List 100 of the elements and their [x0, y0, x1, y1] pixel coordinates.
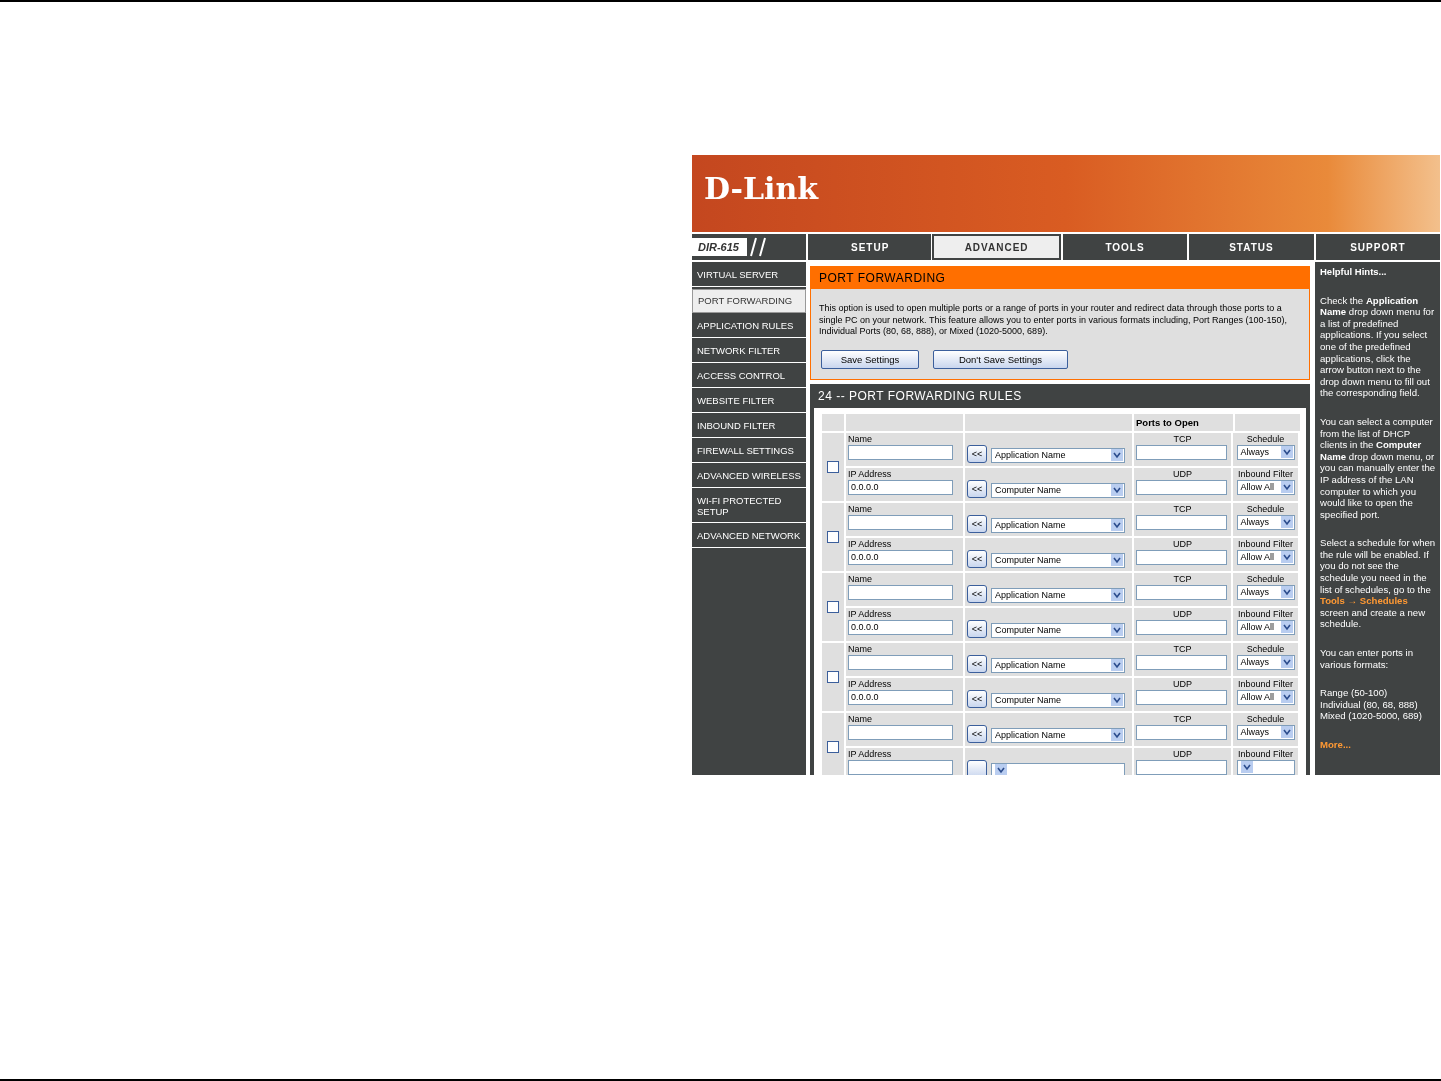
chevron-icon — [1280, 691, 1293, 703]
name-field[interactable] — [848, 514, 953, 530]
chevron-icon — [1111, 624, 1123, 636]
field-label: Name — [848, 643, 873, 654]
rule-checkbox[interactable] — [827, 600, 839, 613]
field-label: Name — [848, 433, 873, 444]
nav-tab[interactable]: ADVANCED — [932, 234, 1061, 260]
name-field[interactable] — [848, 584, 953, 600]
description-text: This option is used to open multiple ports or a range of ports in your router and redirect data through those ports to a single PC on your network. This feature allows you to enter ports in various formats including, Port Ranges (100-150), Individual Ports (80, 68, 888), or Mixed (1020-5000, 689). — [819, 303, 1289, 338]
computer-dropdown[interactable]: Computer Name — [991, 552, 1125, 568]
name-field[interactable] — [848, 654, 953, 670]
field-label: Inbound Filter — [1236, 678, 1294, 689]
copy-button[interactable]: << — [967, 654, 987, 673]
copy-button[interactable]: << — [967, 479, 987, 498]
chevron-icon — [1240, 761, 1253, 773]
field-label: TCP — [1172, 643, 1193, 654]
more-link[interactable]: More... — [1320, 739, 1351, 751]
field-label: IP Address — [848, 678, 893, 689]
copy-button[interactable]: << — [967, 514, 987, 533]
rule-checkbox[interactable] — [827, 530, 839, 543]
inbound-filter-dropdown[interactable]: Allow All — [1236, 549, 1295, 565]
header-cell — [1235, 413, 1300, 431]
field-label: Schedule — [1245, 573, 1286, 584]
copy-button[interactable]: << — [967, 584, 987, 603]
application-dropdown[interactable]: Application Name — [991, 447, 1125, 463]
field-label: IP Address — [848, 608, 893, 619]
nav-tab[interactable]: STATUS — [1187, 234, 1314, 260]
nav-tab[interactable]: TOOLS — [1060, 234, 1188, 260]
udp-port-field[interactable] — [1136, 549, 1227, 565]
schedule-dropdown[interactable]: Always — [1236, 514, 1295, 530]
chevron-icon — [1280, 621, 1293, 633]
hint-text: Select a schedule for when the rule will be enabled. If you do not see the schedule you need in the list of schedules, go to the Tools → Schedules screen and create a new schedule. — [1320, 537, 1436, 631]
chevron-icon — [1111, 589, 1123, 601]
schedule-dropdown[interactable]: Always — [1236, 584, 1295, 600]
udp-port-field[interactable] — [1136, 479, 1227, 495]
computer-dropdown[interactable]: Computer Name — [991, 622, 1125, 638]
field-label: IP Address — [848, 748, 893, 759]
application-dropdown[interactable]: Application Name — [991, 727, 1125, 743]
nav-tab[interactable]: SUPPORT — [1313, 234, 1440, 260]
field-label: UDP — [1172, 538, 1193, 549]
schedule-dropdown[interactable]: Always — [1236, 654, 1295, 670]
chevron-icon — [1111, 484, 1123, 496]
hint-text: Range (50-100) Individual (80, 68, 888) Mixed (1020-5000, 689) — [1320, 687, 1423, 722]
copy-button[interactable]: << — [967, 724, 987, 743]
name-field[interactable] — [848, 724, 953, 740]
logo: D-Link — [704, 171, 819, 206]
sidebar-item[interactable]: PORT FORWARDING — [692, 289, 806, 313]
field-label: TCP — [1172, 433, 1193, 444]
ip-address-field[interactable]: 0.0.0.0 — [848, 619, 953, 635]
application-dropdown[interactable]: Application Name — [991, 517, 1125, 533]
schedules-link[interactable]: Tools → Schedules — [1320, 595, 1408, 607]
inbound-filter-dropdown[interactable]: Allow All — [1236, 479, 1295, 495]
chevron-icon — [1280, 446, 1293, 458]
settings-button[interactable]: Save Settings — [821, 349, 919, 369]
udp-port-field[interactable] — [1136, 619, 1227, 635]
inbound-filter-dropdown[interactable]: Allow All — [1236, 689, 1295, 705]
copy-button[interactable] — [967, 759, 987, 775]
chevron-icon — [1280, 656, 1293, 668]
settings-button[interactable]: Don't Save Settings — [933, 349, 1068, 369]
inbound-filter-dropdown[interactable]: Allow All — [1236, 619, 1295, 635]
ip-address-field[interactable] — [848, 759, 953, 775]
field-label: UDP — [1172, 678, 1193, 689]
inbound-filter-dropdown[interactable] — [1236, 759, 1295, 775]
hint-text: You can enter ports in various formats: — [1320, 647, 1414, 671]
rule-checkbox[interactable] — [827, 670, 839, 683]
rule-checkbox[interactable] — [827, 460, 839, 473]
tcp-port-field[interactable] — [1136, 444, 1227, 460]
field-label: UDP — [1172, 748, 1193, 759]
field-label: Schedule — [1245, 503, 1286, 514]
computer-dropdown[interactable]: Computer Name — [991, 482, 1125, 498]
tcp-port-field[interactable] — [1136, 584, 1227, 600]
ip-address-field[interactable]: 0.0.0.0 — [848, 549, 953, 565]
tcp-port-field[interactable] — [1136, 514, 1227, 530]
application-dropdown[interactable]: Application Name — [991, 657, 1125, 673]
schedule-dropdown[interactable]: Always — [1236, 444, 1295, 460]
field-label: TCP — [1172, 573, 1193, 584]
copy-button[interactable]: << — [967, 549, 987, 568]
chevron-icon — [1111, 519, 1123, 531]
computer-dropdown[interactable]: Computer Name — [991, 692, 1125, 708]
tcp-port-field[interactable] — [1136, 654, 1227, 670]
field-label: IP Address — [848, 468, 893, 479]
copy-button[interactable]: << — [967, 689, 987, 708]
udp-port-field[interactable] — [1136, 689, 1227, 705]
rule-checkbox[interactable] — [827, 740, 839, 753]
copy-button[interactable]: << — [967, 444, 987, 463]
hints-title: Helpful Hints... — [1320, 266, 1388, 278]
column-heading: Ports to Open — [1134, 413, 1233, 431]
field-label: Inbound Filter — [1236, 608, 1294, 619]
chevron-icon — [1280, 726, 1293, 738]
ip-address-field[interactable]: 0.0.0.0 — [848, 689, 953, 705]
chevron-icon — [1280, 481, 1293, 493]
tcp-port-field[interactable] — [1136, 724, 1227, 740]
udp-port-field[interactable] — [1136, 759, 1227, 775]
application-dropdown[interactable]: Application Name — [991, 587, 1125, 603]
computer-dropdown[interactable] — [991, 762, 1125, 775]
field-label: IP Address — [848, 538, 893, 549]
ip-address-field[interactable]: 0.0.0.0 — [848, 479, 953, 495]
copy-button[interactable]: << — [967, 619, 987, 638]
name-field[interactable] — [848, 444, 953, 460]
schedule-dropdown[interactable]: Always — [1236, 724, 1295, 740]
